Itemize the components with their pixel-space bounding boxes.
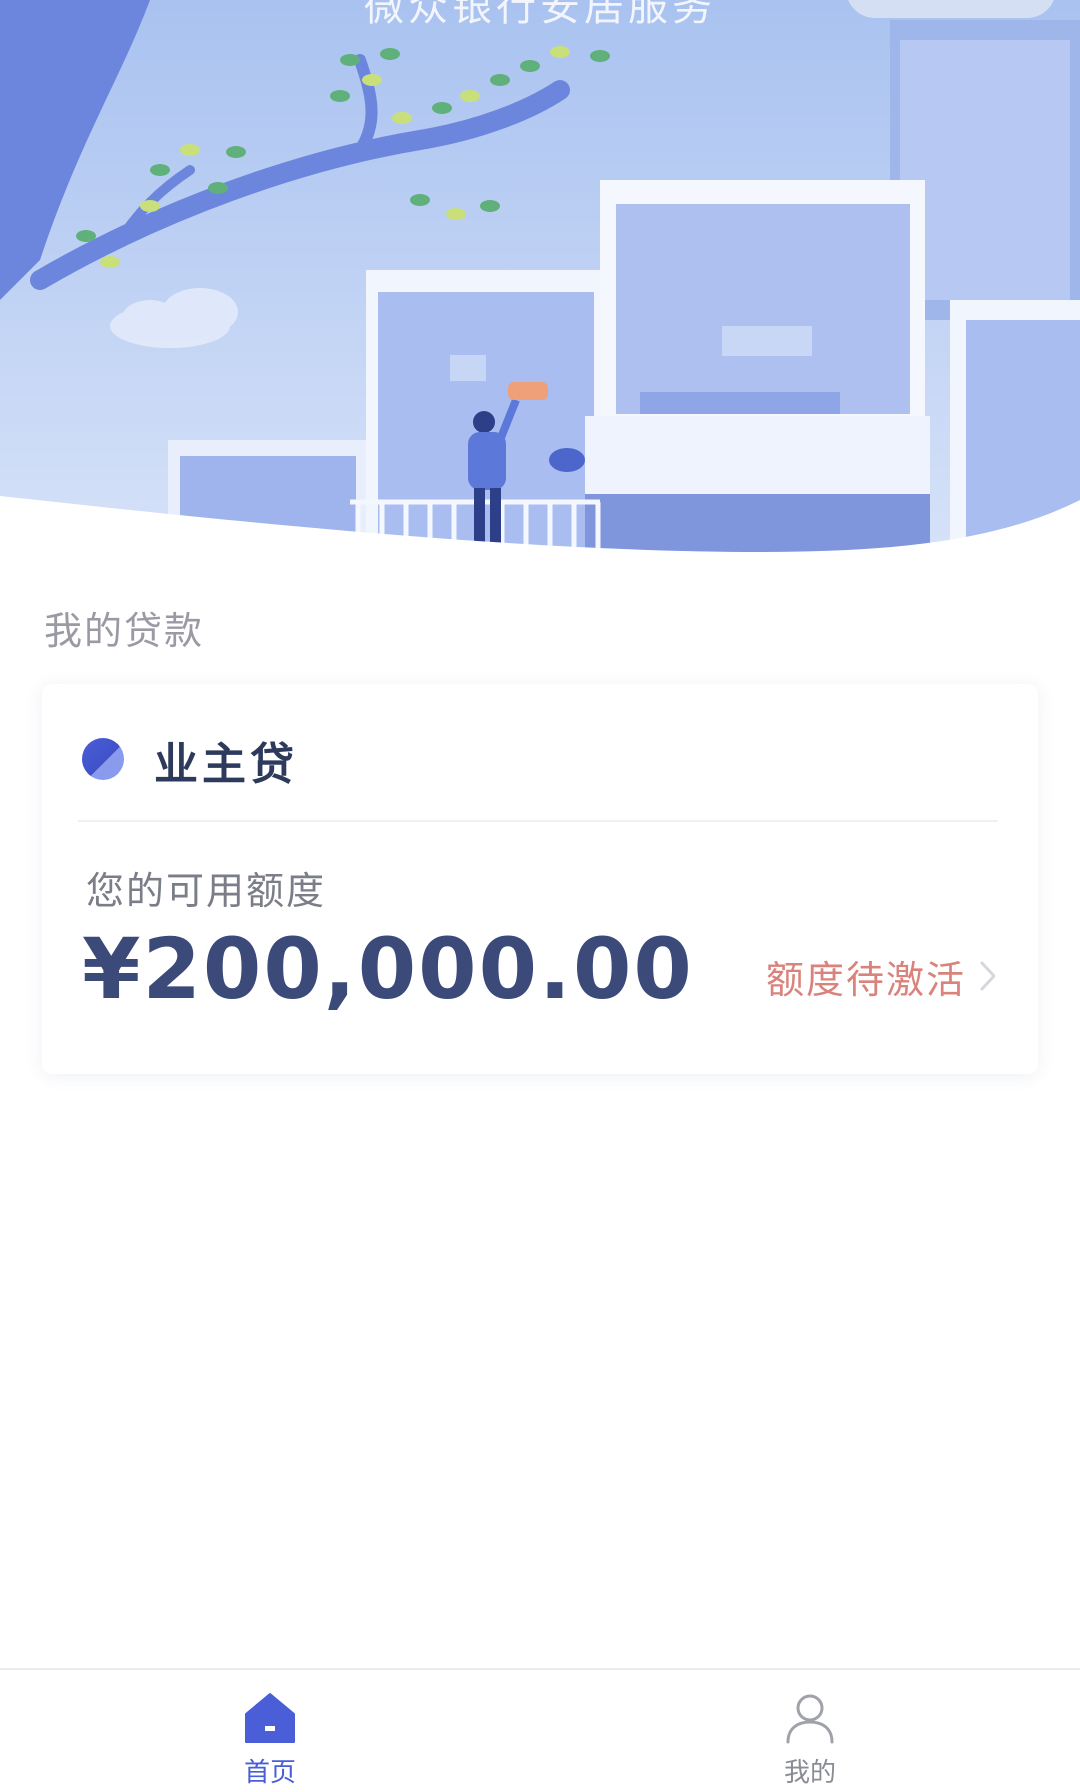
- home-icon: [245, 1693, 295, 1743]
- section-title: 我的贷款: [44, 609, 205, 653]
- nav-item-mine[interactable]: 我的: [660, 1670, 960, 1792]
- loan-card[interactable]: 业主贷 您的可用额度 ¥200,000.00 额度待激活: [42, 684, 1038, 1074]
- nav-label-mine: 我的: [783, 1758, 836, 1788]
- limit-amount: ¥200,000.00: [82, 920, 694, 1018]
- hero-title: 微众银行安居服务: [364, 0, 716, 30]
- bottom-nav: 首页 我的: [0, 1668, 1080, 1792]
- app-page: 微众银行安居服务 我的贷款 业主贷 您的可用额度 ¥200,000.00 额度待…: [0, 0, 1080, 1792]
- nav-label-home: 首页: [243, 1758, 296, 1788]
- product-name: 业主贷: [154, 739, 298, 790]
- activate-limit-link[interactable]: 额度待激活: [766, 948, 1000, 1004]
- hero-banner: 微众银行安居服务: [0, 0, 1080, 560]
- loan-card-header: 业主贷: [42, 684, 1038, 820]
- user-icon: [786, 1694, 834, 1744]
- activate-limit-label: 额度待激活: [765, 957, 966, 1002]
- chevron-right-icon: [980, 961, 996, 991]
- nav-item-home[interactable]: 首页: [120, 1670, 420, 1792]
- hero-illustration: [0, 0, 1080, 560]
- product-icon: [82, 738, 124, 780]
- card-divider: [78, 820, 998, 822]
- limit-label: 您的可用额度: [86, 869, 327, 913]
